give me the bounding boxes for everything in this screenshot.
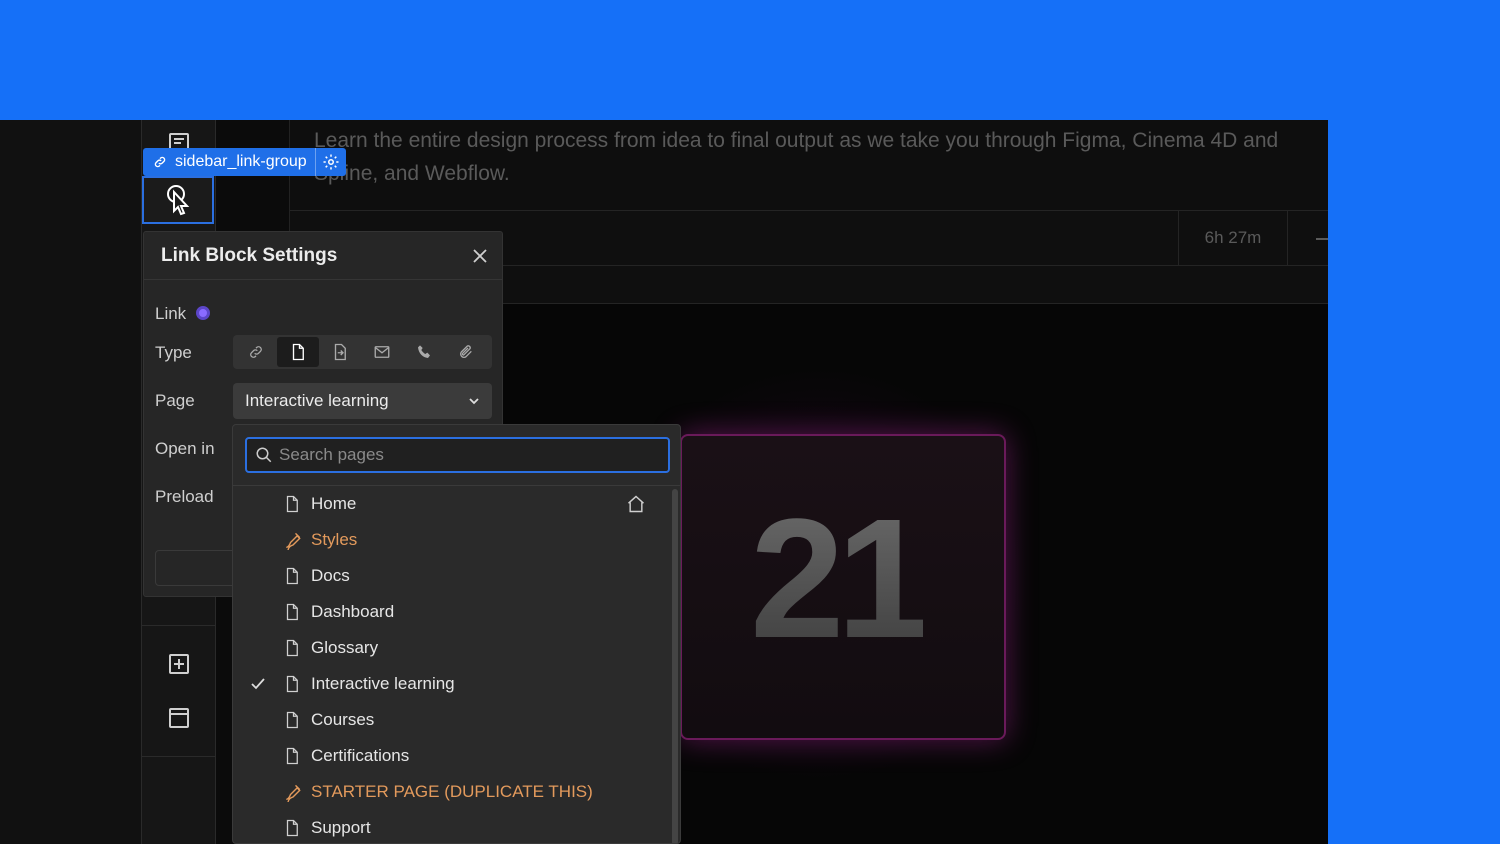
page-label: Page bbox=[155, 391, 195, 410]
attachment-type-button[interactable] bbox=[445, 337, 487, 367]
link-status-dot bbox=[196, 306, 211, 320]
page-icon bbox=[283, 639, 311, 657]
pointer-icon bbox=[167, 185, 190, 216]
close-icon[interactable] bbox=[472, 248, 488, 264]
page-select[interactable]: Interactive learning bbox=[233, 383, 492, 419]
page-list-item-label: Interactive learning bbox=[311, 674, 455, 693]
element-tag-label: sidebar_link-group bbox=[175, 153, 307, 170]
email-icon bbox=[374, 346, 390, 358]
search-input[interactable] bbox=[279, 445, 660, 465]
home-icon bbox=[626, 494, 646, 514]
preload-label: Preload bbox=[155, 487, 214, 506]
link-icon bbox=[153, 155, 167, 169]
left-panel bbox=[0, 120, 142, 844]
course-duration: 6h 27m bbox=[1178, 211, 1288, 265]
page-list-item[interactable]: Support bbox=[233, 810, 670, 843]
page-list-item-label: Styles bbox=[311, 530, 358, 549]
url-icon bbox=[250, 346, 262, 358]
page-icon bbox=[283, 495, 311, 513]
page-list-item[interactable]: Home bbox=[233, 486, 670, 522]
page-list-item[interactable]: Interactive learning bbox=[233, 666, 670, 702]
page-list-item-label: Docs bbox=[311, 566, 350, 585]
phone-type-button[interactable] bbox=[403, 337, 445, 367]
page-list-item[interactable]: Glossary bbox=[233, 630, 670, 666]
page-list-item[interactable]: STARTER PAGE (DUPLICATE THIS) bbox=[233, 774, 670, 810]
page-icon bbox=[283, 711, 311, 729]
page-list-item[interactable]: Dashboard bbox=[233, 594, 670, 630]
page-list-item-label: Certifications bbox=[311, 746, 410, 765]
chevron-down-icon bbox=[469, 398, 479, 405]
layout-icon[interactable] bbox=[166, 705, 192, 731]
dash-icon bbox=[1316, 238, 1328, 240]
rail-divider bbox=[142, 756, 216, 757]
rail-divider bbox=[142, 625, 216, 626]
page-select-value: Interactive learning bbox=[245, 391, 389, 410]
hero-number: 21 bbox=[750, 484, 931, 674]
page-list-item[interactable]: Styles bbox=[233, 522, 670, 558]
type-label: Type bbox=[155, 343, 192, 362]
page-list-item-label: Support bbox=[311, 818, 371, 837]
element-tag[interactable]: sidebar_link-group bbox=[143, 148, 346, 176]
url-type-button[interactable] bbox=[235, 337, 277, 367]
page-list-item-label: Glossary bbox=[311, 638, 379, 657]
checkmark-icon bbox=[233, 676, 283, 692]
page-dropdown: Home Styles Docs Dashboard Glossary Interacti… bbox=[232, 424, 681, 844]
draft-page-icon bbox=[283, 530, 311, 550]
page-icon bbox=[283, 567, 311, 585]
draft-page-icon bbox=[283, 782, 311, 802]
page-icon bbox=[283, 675, 311, 693]
section-icon bbox=[334, 343, 346, 361]
page-icon bbox=[283, 747, 311, 765]
gear-icon[interactable] bbox=[314, 148, 340, 176]
add-element-icon[interactable] bbox=[166, 651, 192, 677]
page-icon bbox=[292, 343, 304, 361]
attachment-icon bbox=[460, 345, 472, 358]
section-type-button[interactable] bbox=[319, 337, 361, 367]
link-type-selector bbox=[233, 335, 492, 369]
selected-link-element[interactable] bbox=[142, 176, 214, 224]
open-in-label: Open in bbox=[155, 439, 215, 458]
search-field[interactable] bbox=[245, 437, 670, 473]
panel-header: Link Block Settings bbox=[144, 232, 502, 280]
page-list-item-label: STARTER PAGE (DUPLICATE THIS) bbox=[311, 782, 593, 801]
email-type-button[interactable] bbox=[361, 337, 403, 367]
page-list-item-label: Dashboard bbox=[311, 602, 395, 621]
phone-icon bbox=[418, 345, 430, 358]
course-description: Learn the entire design process from ide… bbox=[314, 129, 1279, 152]
page-list: Home Styles Docs Dashboard Glossary Interacti… bbox=[233, 486, 670, 843]
page-icon bbox=[283, 819, 311, 837]
page-icon bbox=[283, 603, 311, 621]
link-label: Link bbox=[155, 304, 187, 323]
link-row: Link bbox=[155, 304, 211, 324]
page-list-item[interactable]: Certifications bbox=[233, 738, 670, 774]
panel-title: Link Block Settings bbox=[161, 244, 338, 266]
search-icon bbox=[256, 447, 272, 463]
scrollbar[interactable] bbox=[672, 489, 678, 843]
page-list-item[interactable]: Courses bbox=[233, 702, 670, 738]
page-list-item[interactable]: Docs bbox=[233, 558, 670, 594]
page-list-item-label: Home bbox=[311, 494, 357, 513]
page-list-item-label: Courses bbox=[311, 710, 375, 729]
course-description-line2: Spline, and Webflow. bbox=[314, 162, 510, 185]
page-type-button[interactable] bbox=[277, 337, 319, 367]
